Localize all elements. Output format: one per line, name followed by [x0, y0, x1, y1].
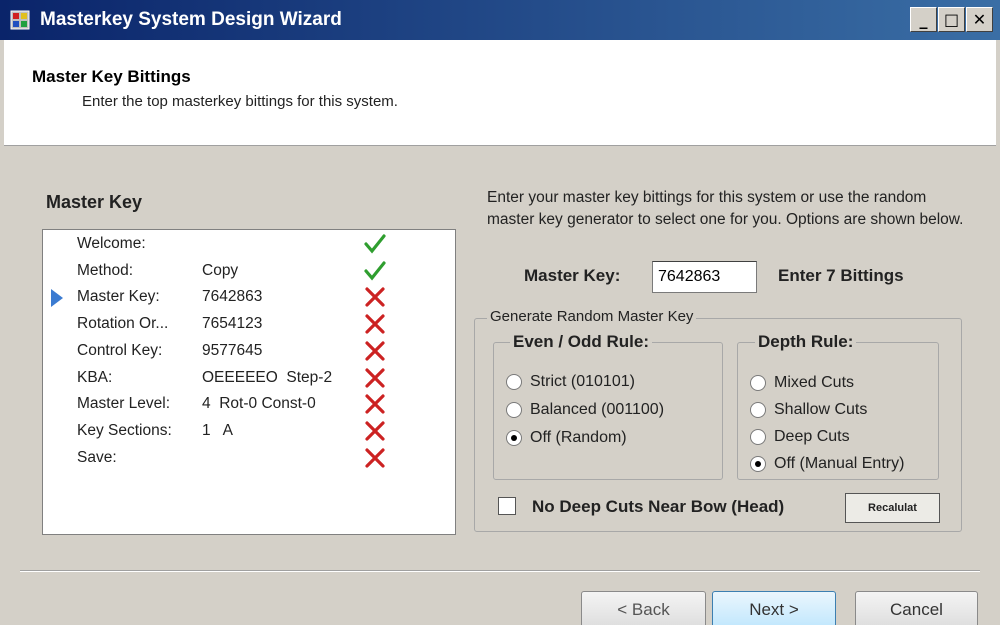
radio-label[interactable]: Off (Random)	[530, 429, 627, 447]
step-name: KBA:	[77, 368, 113, 386]
radio-button[interactable]	[750, 456, 766, 472]
step-row: Rotation Or... 7654123	[43, 312, 455, 338]
maximize-button[interactable]: □	[938, 7, 965, 32]
cross-icon	[365, 287, 385, 307]
radio-button[interactable]	[750, 375, 766, 391]
step-row: Method: Copy	[43, 259, 455, 285]
radio-button[interactable]	[506, 374, 522, 390]
wizard-header: Master Key Bittings Enter the top master…	[4, 40, 996, 146]
page-subtitle: Enter the top masterkey bittings for thi…	[82, 93, 398, 110]
master-key-input[interactable]	[652, 261, 757, 293]
step-list: Welcome: Method: Copy Master Key: 7642863 Rot…	[42, 229, 456, 535]
cross-icon	[365, 341, 385, 361]
close-button[interactable]: ✕	[966, 7, 993, 32]
depth-rule-group: Depth Rule: Mixed Cuts Shallow Cuts Deep C…	[737, 332, 939, 480]
step-value: 7642863	[202, 288, 263, 306]
cross-icon	[365, 394, 385, 414]
step-name: Master Key:	[77, 288, 160, 306]
instructions-text: Enter your master key bittings for this …	[487, 189, 964, 228]
recalculate-button[interactable]: Recalulat	[845, 493, 940, 523]
next-button[interactable]: Next >	[712, 591, 836, 625]
step-value: 1 A	[202, 421, 234, 439]
step-row: Key Sections: 1 A	[43, 419, 455, 445]
step-row: KBA: OEEEEEO Step-2	[43, 366, 455, 392]
depth-rule-title: Depth Rule:	[755, 332, 857, 352]
step-value: Copy	[202, 261, 239, 279]
step-name: Rotation Or...	[77, 315, 169, 333]
step-value: 9577645	[202, 341, 263, 359]
check-icon	[364, 234, 386, 254]
step-name: Welcome:	[77, 235, 146, 252]
radio-button[interactable]	[506, 430, 522, 446]
cross-icon	[365, 314, 385, 334]
step-row: Control Key: 9577645	[43, 339, 455, 365]
check-icon	[364, 261, 386, 281]
steps-panel-label: Master Key	[46, 192, 143, 212]
app-icon	[10, 10, 30, 30]
step-row: Master Level: 4 Rot-0 Const-0	[43, 392, 455, 418]
radio-label[interactable]: Strict (010101)	[530, 373, 635, 391]
cross-icon	[365, 447, 385, 468]
radio-label[interactable]: Off (Manual Entry)	[774, 455, 904, 473]
step-value: OEEEEEO Step-2	[202, 368, 333, 386]
no-deep-cuts-checkbox[interactable]	[498, 497, 516, 515]
master-key-label: Master Key:	[524, 266, 621, 285]
close-icon: ✕	[972, 9, 987, 29]
radio-label[interactable]: Balanced (001100)	[530, 401, 664, 419]
title-bar: Masterkey System Design Wizard _ □ ✕	[0, 0, 1000, 40]
back-button[interactable]: < Back	[581, 591, 706, 625]
step-name: Method:	[77, 261, 134, 279]
footer-divider	[20, 570, 980, 572]
minimize-icon: _	[919, 9, 928, 29]
step-row: Master Key: 7642863	[43, 285, 455, 311]
generate-random-title: Generate Random Master Key	[487, 308, 697, 325]
step-row: Save:	[43, 446, 455, 472]
maximize-icon: □	[943, 9, 960, 29]
step-name: Save:	[77, 448, 117, 466]
cross-icon	[365, 421, 385, 441]
step-row: Welcome:	[43, 232, 455, 258]
even-odd-rule-title: Even / Odd Rule:	[510, 332, 653, 352]
cancel-button[interactable]: Cancel	[855, 591, 978, 625]
step-value: 4 Rot-0 Const-0	[202, 395, 316, 413]
even-odd-rule-group: Even / Odd Rule: Strict (010101) Balanced…	[493, 332, 723, 480]
radio-label[interactable]: Mixed Cuts	[774, 374, 854, 392]
step-name: Master Level:	[77, 395, 171, 413]
radio-button[interactable]	[750, 429, 766, 445]
radio-button[interactable]	[750, 402, 766, 418]
no-deep-cuts-label[interactable]: No Deep Cuts Near Bow (Head)	[532, 497, 784, 517]
cross-icon	[365, 367, 385, 388]
window-title: Masterkey System Design Wizard	[40, 9, 342, 30]
step-name: Control Key:	[77, 341, 163, 359]
minimize-button[interactable]: _	[910, 7, 937, 32]
step-value: 7654123	[202, 315, 263, 333]
page-title: Master Key Bittings	[32, 67, 191, 86]
current-step-arrow-icon	[51, 289, 63, 308]
radio-label[interactable]: Shallow Cuts	[774, 401, 867, 419]
radio-label[interactable]: Deep Cuts	[774, 428, 850, 446]
step-name: Key Sections:	[77, 421, 172, 439]
master-key-hint: Enter 7 Bittings	[778, 266, 904, 285]
radio-button[interactable]	[506, 402, 522, 418]
